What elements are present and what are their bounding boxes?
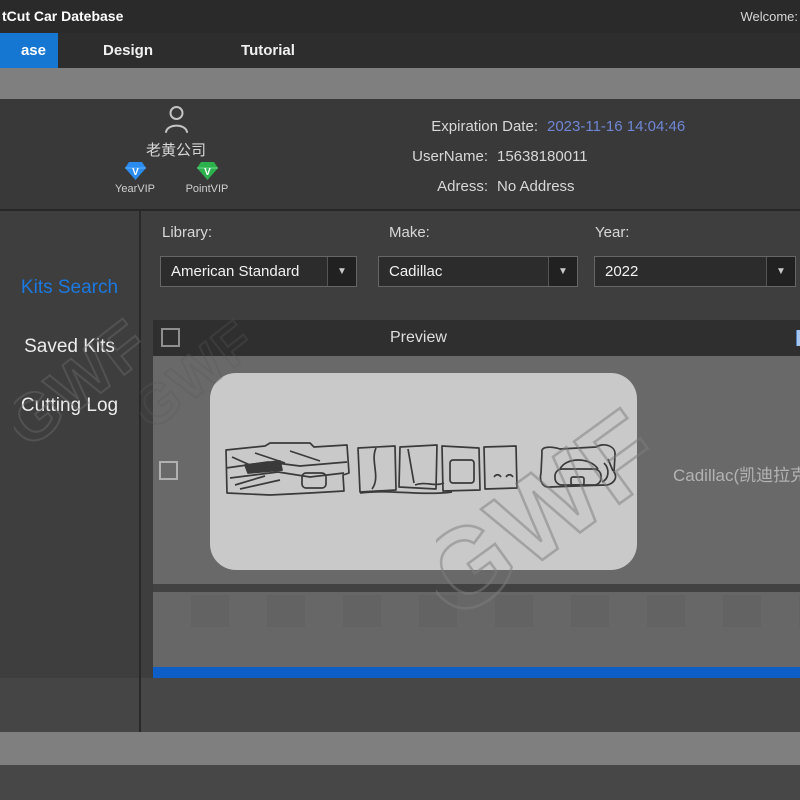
welcome-label: Welcome: xyxy=(740,9,798,24)
username-label: UserName: xyxy=(400,148,488,165)
address-label: Adress: xyxy=(400,178,488,195)
preview-column-header: Preview xyxy=(390,329,447,347)
year-vip-icon: V xyxy=(124,161,147,181)
kit-pattern-drawing xyxy=(210,373,637,570)
app-window: tCut Car Datebase Welcome: ase Design Tu… xyxy=(0,0,800,800)
results-table-header: Preview xyxy=(153,320,800,356)
header-separator-band xyxy=(0,68,800,99)
title-bar: tCut Car Datebase Welcome: xyxy=(0,0,800,33)
make-label: Make: xyxy=(389,224,430,241)
chevron-down-icon: ▼ xyxy=(767,257,795,286)
sidebar-item-cutting-log[interactable]: Cutting Log xyxy=(0,395,139,417)
tab-design[interactable]: Design xyxy=(58,33,198,68)
year-dropdown-value: 2022 xyxy=(595,257,795,286)
list-loading-artifact xyxy=(153,595,800,627)
sidebar-item-saved-kits[interactable]: Saved Kits xyxy=(0,336,139,358)
row-separator xyxy=(153,584,800,592)
kit-name: Cadillac(凯迪拉克 xyxy=(673,461,800,486)
year-dropdown[interactable]: 2022 ▼ xyxy=(594,256,796,287)
expiration-date-value: 2023-11-16 14:04:46 xyxy=(547,118,685,135)
address-row: Adress: No Address xyxy=(400,178,575,195)
year-dropdown-button[interactable]: ▼ xyxy=(766,257,795,286)
footer-gray-band xyxy=(0,732,800,765)
content-bottom-band xyxy=(141,678,800,732)
svg-text:V: V xyxy=(204,167,211,178)
username-row: UserName: 15638180011 xyxy=(400,148,588,165)
point-vip-label: PointVIP xyxy=(173,183,241,195)
main-tab-bar: ase Design Tutorial xyxy=(0,33,800,68)
sidebar-item-kits-search[interactable]: Kits Search xyxy=(0,277,139,299)
select-all-checkbox[interactable] xyxy=(161,328,180,347)
library-dropdown-button[interactable]: ▼ xyxy=(327,257,356,286)
expiration-date-row: Expiration Date: 2023-11-16 14:04:46 xyxy=(400,118,685,135)
svg-text:V: V xyxy=(132,167,139,178)
chevron-down-icon: ▼ xyxy=(549,257,577,286)
footer-dark-band xyxy=(0,765,800,800)
address-value: No Address xyxy=(497,178,575,195)
kit-preview-thumbnail[interactable] xyxy=(210,373,637,570)
year-label: Year: xyxy=(595,224,629,241)
vertical-scrollbar[interactable] xyxy=(796,330,800,346)
make-dropdown[interactable]: Cadillac ▼ xyxy=(378,256,578,287)
username-value: 15638180011 xyxy=(497,148,588,165)
tab-database[interactable]: ase xyxy=(0,33,58,68)
library-dropdown[interactable]: American Standard ▼ xyxy=(160,256,357,287)
point-vip-icon: V xyxy=(196,161,219,181)
sidebar: Kits Search Saved Kits Cutting Log xyxy=(0,211,139,678)
app-title: tCut Car Datebase xyxy=(2,8,123,24)
library-label: Library: xyxy=(162,224,212,241)
sidebar-bottom-band xyxy=(0,678,139,732)
list-empty-area xyxy=(153,592,800,667)
user-info-panel: 老黄公司 V YearVIP V PointVIP Expiration Dat… xyxy=(0,99,800,209)
company-name: 老黄公司 xyxy=(125,139,227,160)
tab-tutorial[interactable]: Tutorial xyxy=(198,33,338,68)
expiration-date-label: Expiration Date: xyxy=(400,118,538,135)
make-dropdown-button[interactable]: ▼ xyxy=(548,257,577,286)
sidebar-divider xyxy=(139,211,141,732)
horizontal-scrollbar[interactable] xyxy=(153,667,800,678)
row-checkbox[interactable] xyxy=(159,461,178,480)
year-vip-label: YearVIP xyxy=(101,183,169,195)
user-avatar-icon xyxy=(163,105,190,134)
chevron-down-icon: ▼ xyxy=(328,257,356,286)
